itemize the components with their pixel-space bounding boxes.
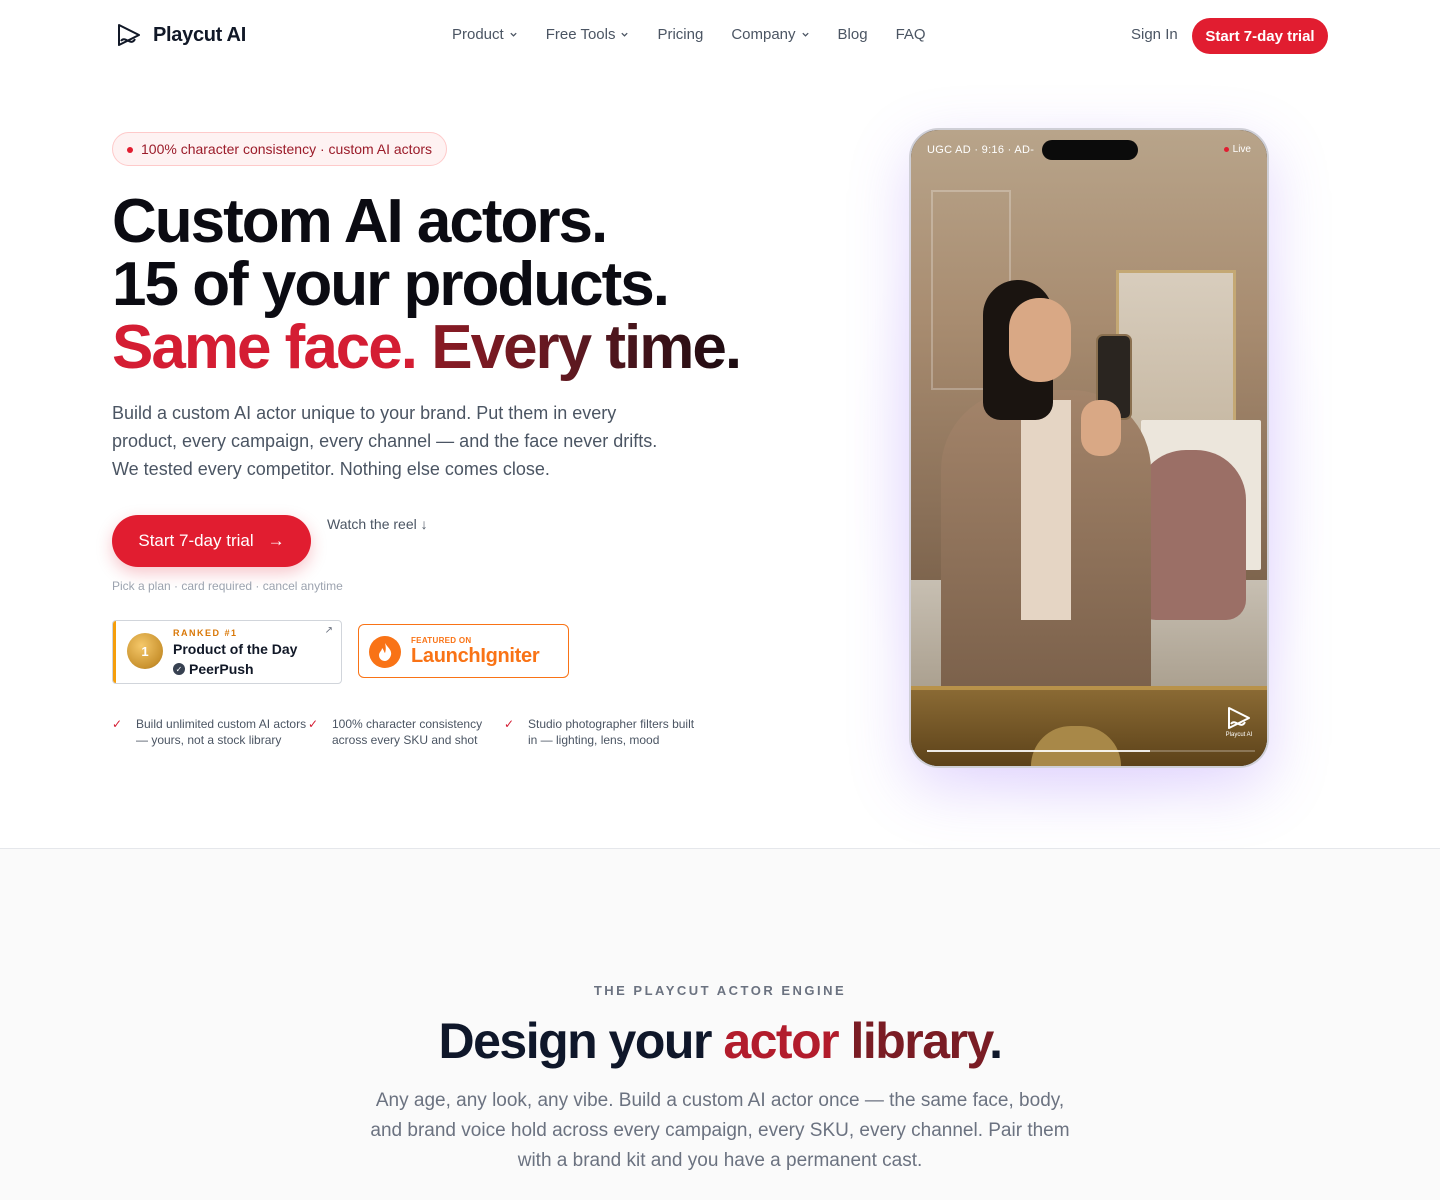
peerpush-brand: ✓ PeerPush — [173, 661, 254, 677]
peerpush-badge[interactable]: 1 RANKED #1 Product of the Day ✓ PeerPus… — [112, 620, 342, 684]
check-icon: ✓ — [308, 717, 319, 731]
actor-hand — [1081, 400, 1121, 456]
chevron-down-icon — [621, 32, 629, 37]
check-icon: ✓ — [504, 717, 515, 731]
menu-free-tools[interactable]: Free Tools — [546, 26, 630, 43]
hero-heading-line-3: Same face. Every time. — [112, 313, 742, 382]
live-indicator: Live — [1223, 144, 1251, 155]
video-topbar-label: UGC AD · 9:16 · AD- — [927, 144, 1035, 156]
menu-product-label: Product — [452, 26, 504, 43]
section-subtitle: Any age, any look, any vibe. Build a cus… — [370, 1090, 1070, 1171]
medal-icon: 1 — [127, 633, 163, 669]
video-progress[interactable] — [927, 750, 1255, 752]
hero-heading-accent-2: Every time. — [431, 313, 742, 382]
feature-checklist: ✓ Build unlimited custom AI actors — you… — [112, 716, 700, 748]
checklist-item: ✓ Build unlimited custom AI actors — you… — [112, 716, 308, 748]
menu-faq[interactable]: FAQ — [896, 26, 926, 43]
plan-note: Pick a plan · card required · cancel any… — [112, 579, 343, 593]
chevron-down-icon — [801, 32, 809, 37]
section-heading-part-1: Design your — [438, 1013, 724, 1069]
flame-icon — [369, 636, 401, 668]
check-icon: ✓ — [112, 717, 123, 731]
product-of-the-day-label: Product of the Day — [173, 641, 298, 657]
hero-heading-accent-1: Same face. — [112, 313, 418, 382]
menu-product[interactable]: Product — [452, 26, 518, 43]
hero-cta-label: Start 7-day trial — [138, 531, 254, 550]
hero-pill: 100% character consistency · custom AI a… — [112, 132, 448, 166]
watermark-label: Playcut AI — [1225, 732, 1253, 738]
menu-blog-label: Blog — [837, 26, 868, 43]
brand-name: Playcut AI — [153, 23, 246, 46]
peerpush-label: PeerPush — [189, 661, 254, 677]
video-progress-fill — [927, 750, 1151, 752]
checklist-item-text: Build unlimited custom AI actors — yours… — [136, 717, 307, 747]
section-heading-accent: actor — [723, 1013, 839, 1069]
hero-start-trial-button[interactable]: Start 7-day trial → — [112, 515, 311, 567]
top-nav: Playcut AI Product Free Tools Pricing Co… — [0, 0, 1440, 72]
menu-pricing[interactable]: Pricing — [657, 26, 703, 43]
external-link-icon: ↗ — [324, 625, 333, 636]
live-label: Live — [1232, 144, 1251, 155]
hero-lead: Build a custom AI actor unique to your b… — [112, 403, 658, 479]
live-dot-icon — [1223, 147, 1229, 152]
launchigniter-label: LaunchIgniter — [411, 645, 540, 667]
section-heading: Design your actor library. — [0, 1012, 1440, 1070]
ranked-label: RANKED #1 — [173, 628, 238, 638]
menu-pricing-label: Pricing — [657, 26, 704, 43]
actor-top — [1021, 400, 1071, 620]
armchair — [1136, 450, 1246, 620]
watermark: Playcut AI — [1225, 704, 1253, 738]
launchigniter-badge[interactable]: FEATURED ON LaunchIgniter — [358, 624, 569, 678]
phone-video-preview[interactable]: UGC AD · 9:16 · AD- Live Playcut AI — [909, 128, 1269, 768]
menu-company-label: Company — [731, 26, 796, 43]
section-heading-period: . — [989, 1013, 1003, 1069]
section-eyebrow: THE PLAYCUT ACTOR ENGINE — [593, 983, 847, 998]
chevron-down-icon — [510, 32, 517, 37]
playcut-logo-icon — [1228, 707, 1250, 729]
watch-reel-link[interactable]: Watch the reel ↓ — [327, 516, 428, 532]
actor-face — [1009, 298, 1071, 382]
menu-free-tools-label: Free Tools — [545, 26, 616, 43]
menu-company[interactable]: Company — [731, 26, 809, 43]
hero-pill-text: 100% character consistency · custom AI a… — [141, 141, 433, 157]
sign-in-link[interactable]: Sign In — [1131, 26, 1178, 43]
checklist-item: ✓ 100% character consistency across ever… — [308, 716, 504, 748]
brand-logo[interactable]: Playcut AI — [115, 21, 246, 49]
verified-check-icon: ✓ — [173, 663, 185, 675]
hero-heading-line-2: 15 of your products. — [112, 250, 670, 319]
hero-heading-line-1: Custom AI actors. — [112, 187, 608, 256]
featured-on-label: FEATURED ON — [411, 636, 472, 645]
hero-heading: Custom AI actors. 15 of your products. S… — [112, 187, 742, 382]
arrow-right-icon: → — [267, 531, 285, 550]
phone-notch — [1042, 140, 1138, 160]
badge-accent-bar — [113, 621, 116, 683]
playcut-logo-icon — [118, 24, 140, 46]
menu-faq-label: FAQ — [895, 26, 926, 43]
checklist-item: ✓ Studio photographer filters built in —… — [504, 716, 700, 748]
video-scene — [911, 130, 1267, 766]
checklist-item-text: Studio photographer filters built in — l… — [528, 717, 695, 747]
main-menu: Product Free Tools Pricing Company Blog … — [452, 26, 926, 43]
nav-start-trial-button[interactable]: Start 7-day trial — [1192, 18, 1328, 54]
menu-blog[interactable]: Blog — [838, 26, 868, 43]
section-heading-part-3: library — [838, 1013, 990, 1069]
pill-dot-icon — [127, 147, 133, 153]
checklist-item-text: 100% character consistency across every … — [332, 717, 483, 747]
